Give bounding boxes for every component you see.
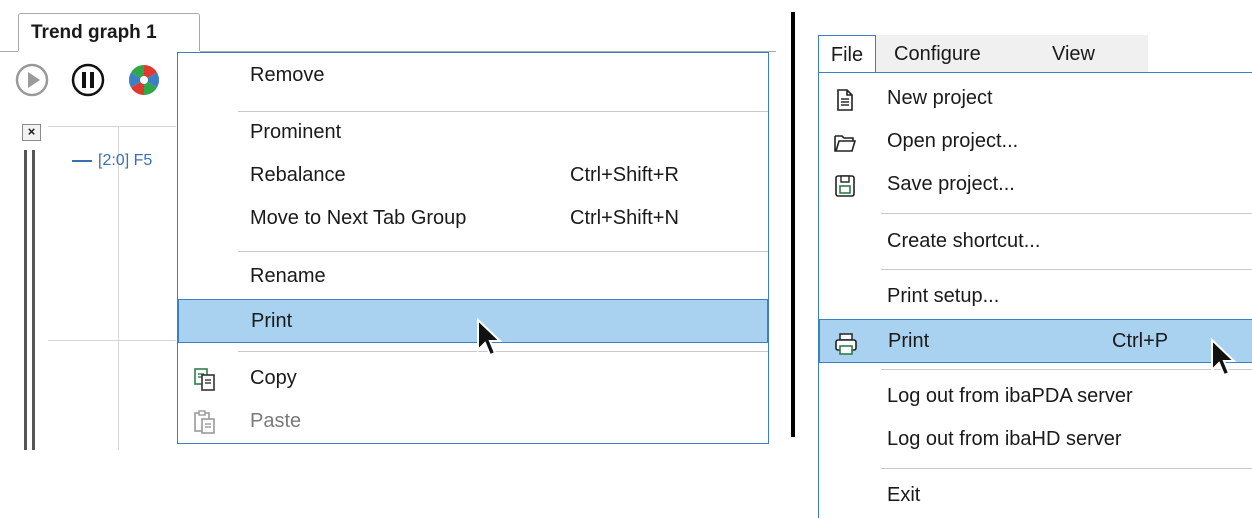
mouse-cursor-icon: [1210, 337, 1237, 378]
menu-item-new-project[interactable]: New project: [819, 78, 1252, 118]
tab-strip-border: [0, 51, 18, 52]
menu-separator: [881, 269, 1252, 270]
menu-item-paste[interactable]: Paste: [178, 401, 768, 441]
grid-line: [48, 126, 176, 127]
menu-item-logout-ibahd[interactable]: Log out from ibaHD server: [819, 419, 1252, 459]
menu-item-open-project[interactable]: Open project...: [819, 121, 1252, 161]
menu-item-rename[interactable]: Rename: [178, 256, 768, 296]
menu-item-remove[interactable]: Remove: [178, 55, 768, 95]
menu-item-copy[interactable]: Copy: [178, 358, 768, 398]
shortcut-label: Ctrl+Shift+N: [570, 207, 679, 229]
play-icon[interactable]: [14, 62, 50, 98]
menu-item-print[interactable]: Print: [178, 299, 768, 343]
copy-icon: [192, 366, 218, 392]
menu-separator: [881, 468, 1252, 469]
menu-separator: [238, 351, 768, 352]
menu-file[interactable]: File: [818, 35, 876, 73]
open-folder-icon: [833, 129, 857, 153]
color-wheel-icon[interactable]: [126, 62, 162, 98]
menu-item-create-shortcut[interactable]: Create shortcut...: [819, 221, 1252, 261]
printer-icon: [834, 329, 858, 355]
signal-legend[interactable]: [2:0] F5: [72, 152, 152, 170]
shortcut-label: Ctrl+P: [1112, 330, 1169, 352]
panel-divider: [791, 12, 795, 437]
tab-trend-graph-1[interactable]: Trend graph 1: [18, 13, 200, 51]
close-icon[interactable]: ×: [22, 124, 41, 141]
menu-item-print[interactable]: Print Ctrl+P: [819, 319, 1252, 363]
legend-line: [72, 159, 92, 162]
grid-line: [118, 126, 119, 450]
menu-item-move-to-next-tab-group[interactable]: Move to Next Tab Group Ctrl+Shift+N: [178, 198, 768, 238]
menu-item-print-setup[interactable]: Print setup...: [819, 276, 1252, 316]
menu-item-logout-ibapda[interactable]: Log out from ibaPDA server: [819, 376, 1252, 416]
menu-item-save-project[interactable]: Save project...: [819, 164, 1252, 204]
menu-separator: [238, 251, 768, 252]
menu-item-rebalance[interactable]: Rebalance Ctrl+Shift+R: [178, 155, 768, 195]
graph-axis-bar: [24, 150, 27, 450]
graph-axis-bar: [32, 150, 35, 450]
paste-icon: [192, 409, 218, 435]
legend-label: [2:0] F5: [98, 152, 153, 169]
menu-separator: [881, 369, 1252, 370]
file-menu-dropdown: New project Open project... Save project…: [818, 72, 1252, 518]
menu-view[interactable]: View: [1052, 35, 1095, 73]
pause-icon[interactable]: [70, 62, 106, 98]
menu-configure[interactable]: Configure: [894, 35, 981, 73]
shortcut-label: Ctrl+Shift+R: [570, 164, 679, 186]
grid-line: [48, 340, 176, 341]
menu-item-prominent[interactable]: Prominent: [178, 112, 768, 152]
menu-bar: File Configure View: [818, 35, 1148, 73]
menu-item-exit[interactable]: Exit: [819, 475, 1252, 515]
save-icon: [833, 172, 857, 197]
menu-separator: [881, 213, 1252, 214]
tab-title: Trend graph 1: [31, 22, 157, 43]
new-document-icon: [833, 86, 857, 111]
mouse-cursor-icon: [476, 317, 503, 358]
tab-context-menu: Remove Prominent Rebalance Ctrl+Shift+R …: [177, 52, 769, 444]
